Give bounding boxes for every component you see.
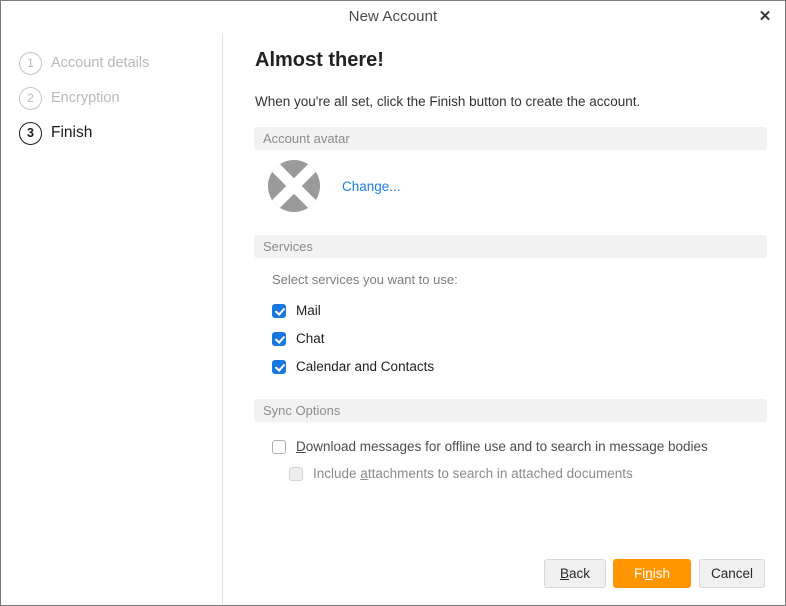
accel-char: D [296,439,306,454]
step-label: Finish [51,124,92,142]
step-label: Account details [51,55,149,71]
checkbox-mail[interactable] [272,304,286,318]
wizard-content-pane: Almost there! When you're all set, click… [224,33,785,605]
checkbox-label-include-attachments: Include attachments to search in attache… [313,466,633,481]
dialog-title: New Account [1,1,785,33]
label-rest: ownload messages for offline use and to … [306,439,708,454]
page-subtitle: When you're all set, click the Finish bu… [255,94,640,109]
section-header-sync-options: Sync Options [254,399,767,422]
label-rest: ttachments to search in attached documen… [368,466,633,481]
section-title: Account avatar [263,127,350,150]
sidebar-step-finish[interactable]: 3 Finish [19,118,92,148]
wizard-steps-sidebar: 1 Account details 2 Encryption 3 Finish [1,33,223,605]
back-button[interactable]: Back [544,559,606,588]
sidebar-step-encryption[interactable]: 2 Encryption [19,83,120,113]
checkbox-label-mail: Mail [296,303,321,318]
accel-char: n [645,566,653,581]
checkbox-download-messages[interactable] [272,440,286,454]
accel-char: B [560,566,569,581]
close-icon[interactable]: ✕ [753,6,777,28]
checkbox-row-calendar-and-contacts[interactable]: Calendar and Contacts [272,359,434,374]
avatar-change-link[interactable]: Change... [342,179,401,194]
accel-char: a [360,466,368,481]
step-number-badge: 2 [19,87,42,110]
sidebar-step-account-details[interactable]: 1 Account details [19,48,149,78]
checkbox-label-chat: Chat [296,331,325,346]
step-number-badge: 3 [19,122,42,145]
section-title: Sync Options [263,399,340,422]
checkbox-calendar-and-contacts[interactable] [272,360,286,374]
label-pre: Include [313,466,360,481]
avatar-group: Change... [268,160,401,212]
step-number-badge: 1 [19,52,42,75]
checkbox-label-calendar-and-contacts: Calendar and Contacts [296,359,434,374]
checkbox-include-attachments [289,467,303,481]
checkbox-row-chat[interactable]: Chat [272,331,325,346]
label-pre: Fi [634,566,645,581]
dialog-footer: Back Finish Cancel [224,543,785,605]
checkbox-chat[interactable] [272,332,286,346]
label-rest: Cancel [711,566,753,581]
checkbox-row-include-attachments: Include attachments to search in attache… [289,466,633,481]
label-rest: ish [653,566,670,581]
services-hint-text: Select services you want to use: [272,272,458,287]
checkbox-row-download-messages[interactable]: Download messages for offline use and to… [272,439,708,454]
step-label: Encryption [51,90,120,106]
cancel-button[interactable]: Cancel [699,559,765,588]
section-header-services: Services [254,235,767,258]
avatar-placeholder-icon [268,160,320,212]
new-account-dialog: New Account ✕ 1 Account details 2 Encryp… [0,0,786,606]
page-title: Almost there! [255,49,384,72]
dialog-titlebar: New Account ✕ [1,1,785,33]
checkbox-label-download-messages: Download messages for offline use and to… [296,439,708,454]
section-header-account-avatar: Account avatar [254,127,767,150]
label-rest: ack [569,566,590,581]
checkbox-row-mail[interactable]: Mail [272,303,321,318]
finish-button[interactable]: Finish [613,559,691,588]
section-title: Services [263,235,313,258]
